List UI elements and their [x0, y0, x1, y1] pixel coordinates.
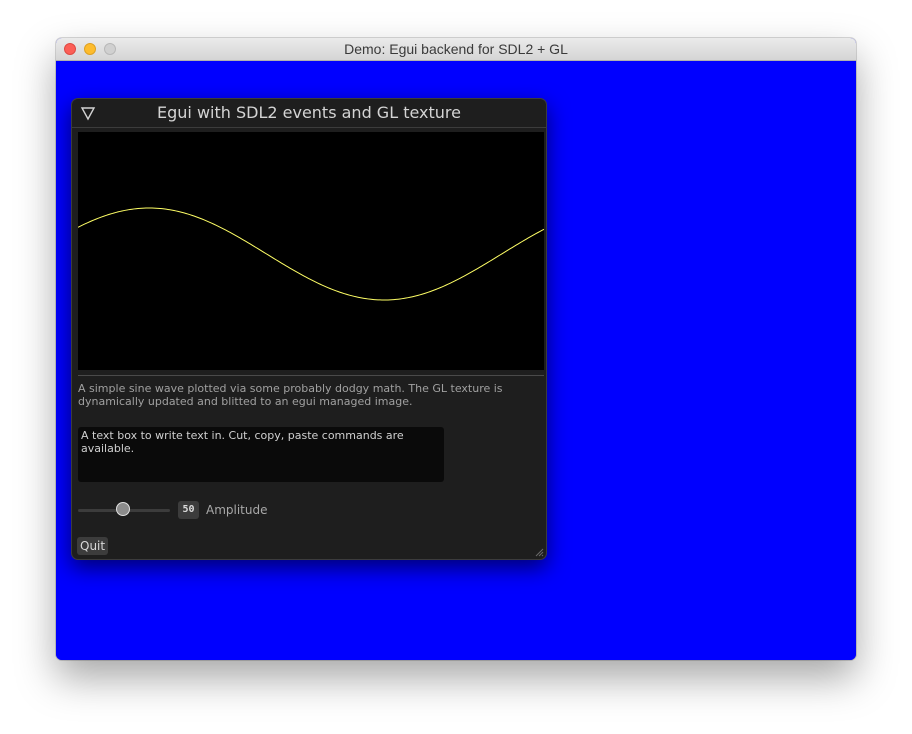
separator	[78, 375, 544, 376]
sine-wave-canvas	[77, 207, 545, 301]
egui-window-title: Egui with SDL2 events and GL texture	[157, 103, 461, 122]
amplitude-value-field[interactable]: 50	[178, 501, 199, 519]
app-canvas: Egui with SDL2 events and GL texture A s…	[56, 61, 856, 660]
os-window: Demo: Egui backend for SDL2 + GL Egui wi…	[56, 38, 856, 660]
resize-grip-icon[interactable]	[534, 547, 544, 557]
egui-window-header[interactable]: Egui with SDL2 events and GL texture	[72, 99, 546, 128]
description-text: A simple sine wave plotted via some prob…	[78, 382, 503, 408]
sine-wave-plot	[77, 132, 545, 370]
window-title: Demo: Egui backend for SDL2 + GL	[344, 41, 568, 57]
egui-window: Egui with SDL2 events and GL texture A s…	[71, 98, 547, 560]
text-box[interactable]: A text box to write text in. Cut, copy, …	[78, 427, 444, 482]
quit-button[interactable]: Quit	[77, 537, 109, 555]
title-bar[interactable]: Demo: Egui backend for SDL2 + GL	[56, 38, 856, 61]
amplitude-label: Amplitude	[206, 503, 268, 517]
sine-wave-line	[77, 207, 545, 301]
amplitude-slider-handle[interactable]	[116, 502, 130, 516]
